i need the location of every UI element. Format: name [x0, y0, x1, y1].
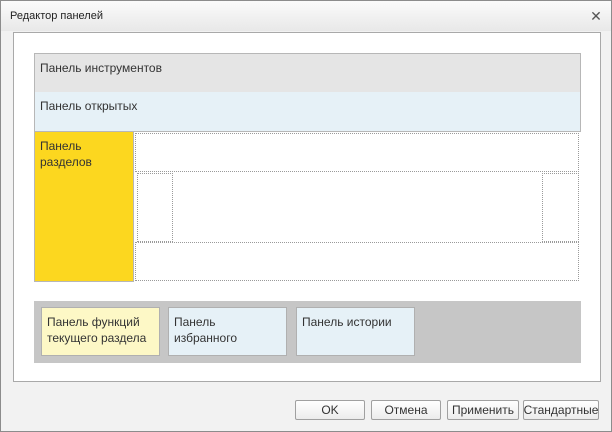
open-panel-label: Панель открытых: [40, 99, 138, 113]
available-panels-area: Панель функций текущего раздела Панель и…: [34, 301, 581, 363]
favorites-panel-label-line2: избранного: [174, 331, 238, 345]
window-title: Редактор панелей: [10, 10, 103, 22]
sections-panel-label: Панель разделов: [40, 138, 92, 170]
apply-button[interactable]: Применить: [447, 400, 519, 420]
tools-panel[interactable]: Панель инструментов: [34, 53, 581, 93]
ok-button[interactable]: OK: [295, 400, 365, 420]
drop-zone-bottom[interactable]: [135, 242, 579, 281]
defaults-button[interactable]: Стандартные: [523, 400, 599, 420]
sections-panel-label-line2: разделов: [40, 155, 92, 169]
panel-layout-area: Панель инструментов Панель открытых Пане…: [13, 32, 601, 382]
functions-panel-label-line1: Панель функций: [47, 315, 140, 329]
drop-zone-left[interactable]: [137, 173, 173, 242]
history-panel[interactable]: Панель истории: [296, 307, 415, 356]
drop-zone-right[interactable]: [542, 173, 579, 242]
functions-panel[interactable]: Панель функций текущего раздела: [41, 307, 160, 356]
drop-zone-top[interactable]: [135, 133, 579, 172]
panel-editor-window: Редактор панелей ✕ Панель инструментов П…: [0, 0, 612, 432]
close-icon[interactable]: ✕: [587, 7, 605, 25]
favorites-panel[interactable]: Панель избранного: [168, 307, 287, 356]
functions-panel-label-line2: текущего раздела: [47, 331, 147, 345]
open-panel[interactable]: Панель открытых: [34, 92, 581, 132]
history-panel-label: Панель истории: [302, 315, 392, 329]
sections-panel[interactable]: Панель разделов: [34, 131, 134, 282]
tools-panel-label: Панель инструментов: [40, 61, 162, 75]
titlebar: Редактор панелей ✕: [1, 1, 611, 31]
favorites-panel-label-line1: Панель: [174, 315, 216, 329]
sections-panel-label-line1: Панель: [40, 139, 82, 153]
cancel-button[interactable]: Отмена: [371, 400, 441, 420]
